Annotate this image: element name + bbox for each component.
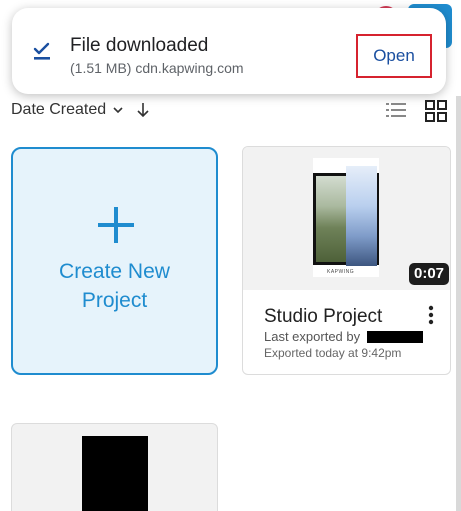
exported-time: Exported today at 9:42pm [264, 346, 402, 360]
chevron-down-icon [113, 107, 123, 114]
notification-title: File downloaded [70, 35, 209, 56]
redacted-name [367, 331, 423, 343]
scrollbar[interactable] [456, 96, 461, 511]
thumbnail-brand: KAPWING [327, 269, 355, 275]
open-button[interactable]: Open [356, 34, 432, 78]
create-new-project-card[interactable]: Create New Project [11, 147, 218, 375]
sort-control[interactable]: Date Created [11, 99, 150, 121]
last-exported-by: Last exported by [264, 329, 361, 344]
list-view-icon[interactable] [386, 103, 406, 117]
create-new-project-label: Create New Project [59, 260, 170, 312]
project-card[interactable]: KAPWING 0:07 Studio Project Last exporte… [242, 146, 451, 375]
project-thumbnail[interactable]: KAPWING 0:07 [243, 147, 450, 290]
project-thumbnail [82, 436, 148, 511]
arrow-down-icon[interactable] [136, 102, 150, 118]
project-title[interactable]: Studio Project [264, 306, 382, 328]
more-vertical-icon[interactable] [426, 305, 436, 325]
project-card[interactable] [11, 423, 218, 511]
download-notification: File downloaded (1.51 MB) cdn.kapwing.co… [12, 8, 446, 94]
sort-label: Date Created [11, 101, 107, 118]
plus-icon [98, 207, 134, 243]
notification-subtitle: (1.51 MB) cdn.kapwing.com [70, 60, 244, 76]
thumbnail-image: KAPWING [313, 158, 379, 277]
app-screen: File downloaded (1.51 MB) cdn.kapwing.co… [0, 0, 461, 511]
duration-badge: 0:07 [409, 263, 450, 285]
grid-view-icon[interactable] [425, 100, 447, 122]
download-done-icon [33, 42, 50, 60]
